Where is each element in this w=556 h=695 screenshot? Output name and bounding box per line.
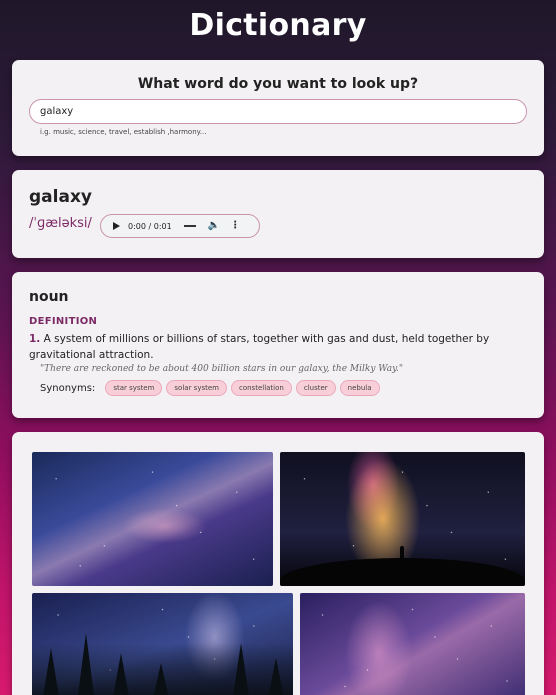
play-icon[interactable] (113, 222, 120, 230)
example-text: "There are reckoned to be about 400 bill… (40, 364, 403, 374)
part-of-speech: noun (29, 289, 69, 305)
synonyms-row: Synonyms: star system solar system const… (40, 380, 384, 396)
definition-number: 1. (29, 333, 41, 345)
search-question: What word do you want to look up? (137, 76, 419, 92)
word-card: galaxy /ˈɡæləksi/ 0:00 / 0:01 🔈 ⋮ (12, 170, 544, 258)
audio-progress-bar[interactable] (183, 225, 196, 227)
definition-heading: DEFINITION (29, 316, 98, 327)
audio-player[interactable]: 0:00 / 0:01 🔈 ⋮ (100, 214, 260, 238)
synonym-chip[interactable]: star system (105, 380, 163, 396)
definition-body: A system of millions or billions of star… (29, 333, 490, 361)
meaning-card: noun DEFINITION 1. A system of millions … (12, 272, 544, 418)
volume-icon[interactable]: 🔈 (208, 221, 220, 231)
search-hint: i.g. music, science, travel, establish ,… (40, 128, 207, 136)
galaxy-photo[interactable] (300, 593, 525, 695)
photos-card (12, 432, 544, 695)
galaxy-photo[interactable] (32, 593, 293, 695)
audio-time: 0:00 / 0:01 (128, 221, 172, 231)
synonym-chip[interactable]: constellation (230, 380, 292, 396)
definition-text: 1. A system of millions or billions of s… (29, 331, 519, 363)
synonym-chip[interactable]: nebula (339, 380, 380, 396)
synonym-chip[interactable]: solar system (166, 380, 227, 396)
phonetic-text: /ˈɡæləksi/ (29, 216, 92, 231)
word-title: galaxy (29, 187, 92, 207)
galaxy-photo[interactable] (280, 452, 525, 586)
synonyms-label: Synonyms: (40, 382, 96, 394)
search-input[interactable] (29, 99, 527, 124)
galaxy-photo[interactable] (32, 452, 273, 586)
app-title: Dictionary (189, 8, 367, 43)
more-options-icon[interactable]: ⋮ (230, 221, 240, 231)
search-card: What word do you want to look up? i.g. m… (12, 60, 544, 156)
synonym-chip[interactable]: cluster (295, 380, 336, 396)
